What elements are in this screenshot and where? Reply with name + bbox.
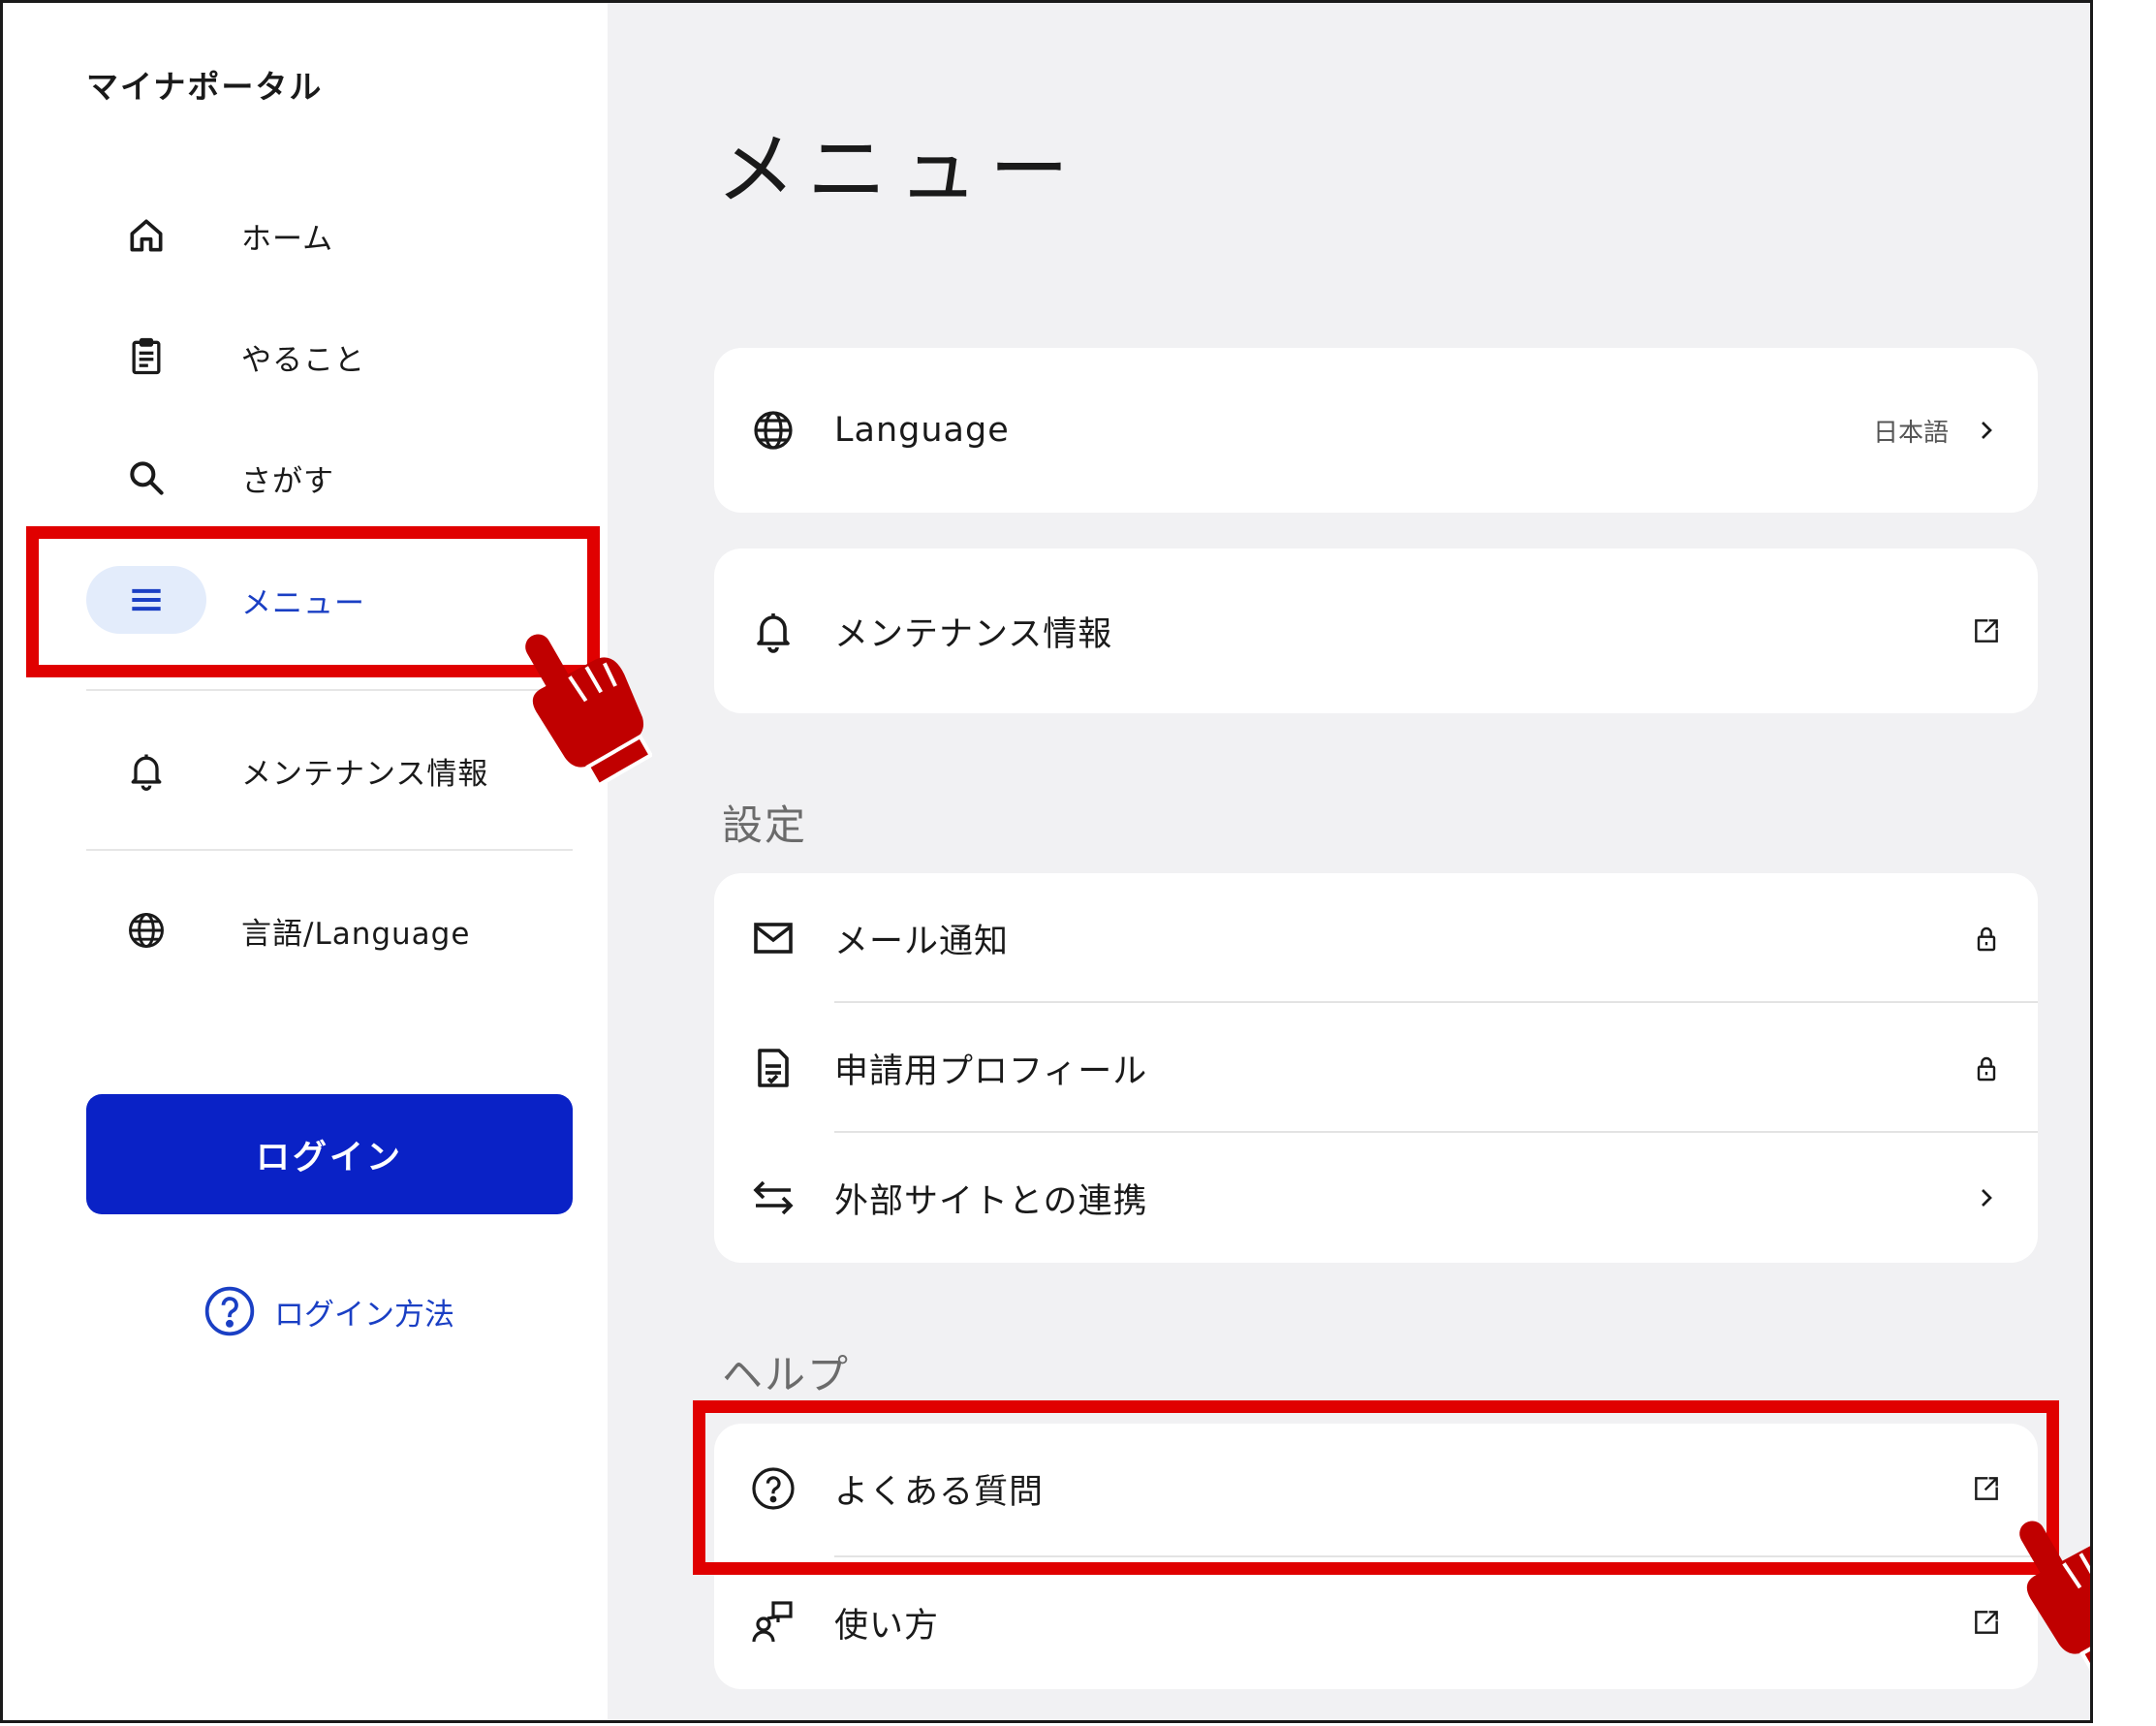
sidebar-divider [86, 849, 573, 851]
maintenance-row[interactable]: メンテナンス情報 [714, 566, 2038, 696]
home-icon [86, 202, 206, 269]
lock-icon [1970, 1051, 2003, 1084]
sidebar-item-label: メンテナンス情報 [241, 756, 489, 792]
pointing-hand-icon [2019, 1521, 2090, 1675]
language-card: Language 日本語 [714, 348, 2038, 513]
bell-icon [749, 607, 797, 655]
question-circle-icon [204, 1286, 255, 1336]
user-guide-icon [749, 1598, 797, 1647]
login-button[interactable]: ログイン [86, 1094, 573, 1214]
sidebar-item-home[interactable]: ホーム [86, 177, 573, 294]
login-help-label: ログイン方法 [274, 1297, 454, 1333]
row-label: 外部サイトとの連携 [834, 1181, 1148, 1221]
mail-notification-row[interactable]: メール通知 [714, 873, 2038, 1003]
chevron-right-icon [1970, 414, 2003, 447]
row-label: 申請用プロフィール [834, 1051, 1148, 1091]
application-profile-row[interactable]: 申請用プロフィール [714, 1003, 2038, 1133]
row-label: Language [834, 411, 1010, 450]
chevron-right-icon [1970, 1181, 2003, 1214]
pointing-hand-icon [525, 634, 652, 788]
current-language-value: 日本語 [1872, 418, 1949, 448]
sidebar-item-search[interactable]: さがす [86, 420, 573, 536]
bell-icon [86, 737, 206, 804]
sidebar-item-label: さがす [241, 463, 334, 499]
sidebar-item-language[interactable]: 言語/Language [86, 872, 573, 989]
document-icon [749, 1044, 797, 1092]
maintenance-card: メンテナンス情報 [714, 549, 2038, 713]
help-section-title: ヘルプ [722, 1351, 851, 1398]
settings-section-title: 設定 [722, 801, 808, 849]
app-title: マイナポータル [86, 68, 324, 106]
how-to-use-row[interactable]: 使い方 [714, 1557, 2038, 1687]
screenshot-frame: マイナポータル ホーム やること さがす メニュー メンテナンス情報 言語/La… [0, 0, 2093, 1723]
sidebar-item-todo[interactable]: やること [86, 298, 573, 415]
clipboard-icon [86, 323, 206, 391]
external-site-link-row[interactable]: 外部サイトとの連携 [714, 1133, 2038, 1263]
lock-icon [1970, 922, 2003, 955]
sidebar-item-label: ホーム [241, 221, 334, 257]
mail-icon [749, 914, 797, 962]
language-row[interactable]: Language 日本語 [714, 365, 2038, 495]
row-label: メンテナンス情報 [834, 614, 1113, 654]
row-label: メール通知 [834, 922, 1010, 961]
search-icon [86, 444, 206, 512]
sidebar-item-label: 言語/Language [241, 916, 471, 952]
globe-icon [749, 406, 797, 455]
login-help-link[interactable]: ログイン方法 [203, 1284, 454, 1338]
sidebar: マイナポータル ホーム やること さがす メニュー メンテナンス情報 言語/La… [3, 3, 608, 1720]
row-label: 使い方 [834, 1606, 940, 1646]
external-link-icon [1970, 614, 2003, 647]
page-title: メニュー [716, 124, 1081, 216]
swap-arrows-icon [749, 1174, 797, 1222]
sidebar-item-label: やること [241, 342, 365, 378]
settings-card: メール通知 申請用プロフィール 外部サイトとの連携 [714, 873, 2038, 1263]
faq-highlight-box [693, 1400, 2059, 1575]
globe-icon [86, 896, 206, 964]
